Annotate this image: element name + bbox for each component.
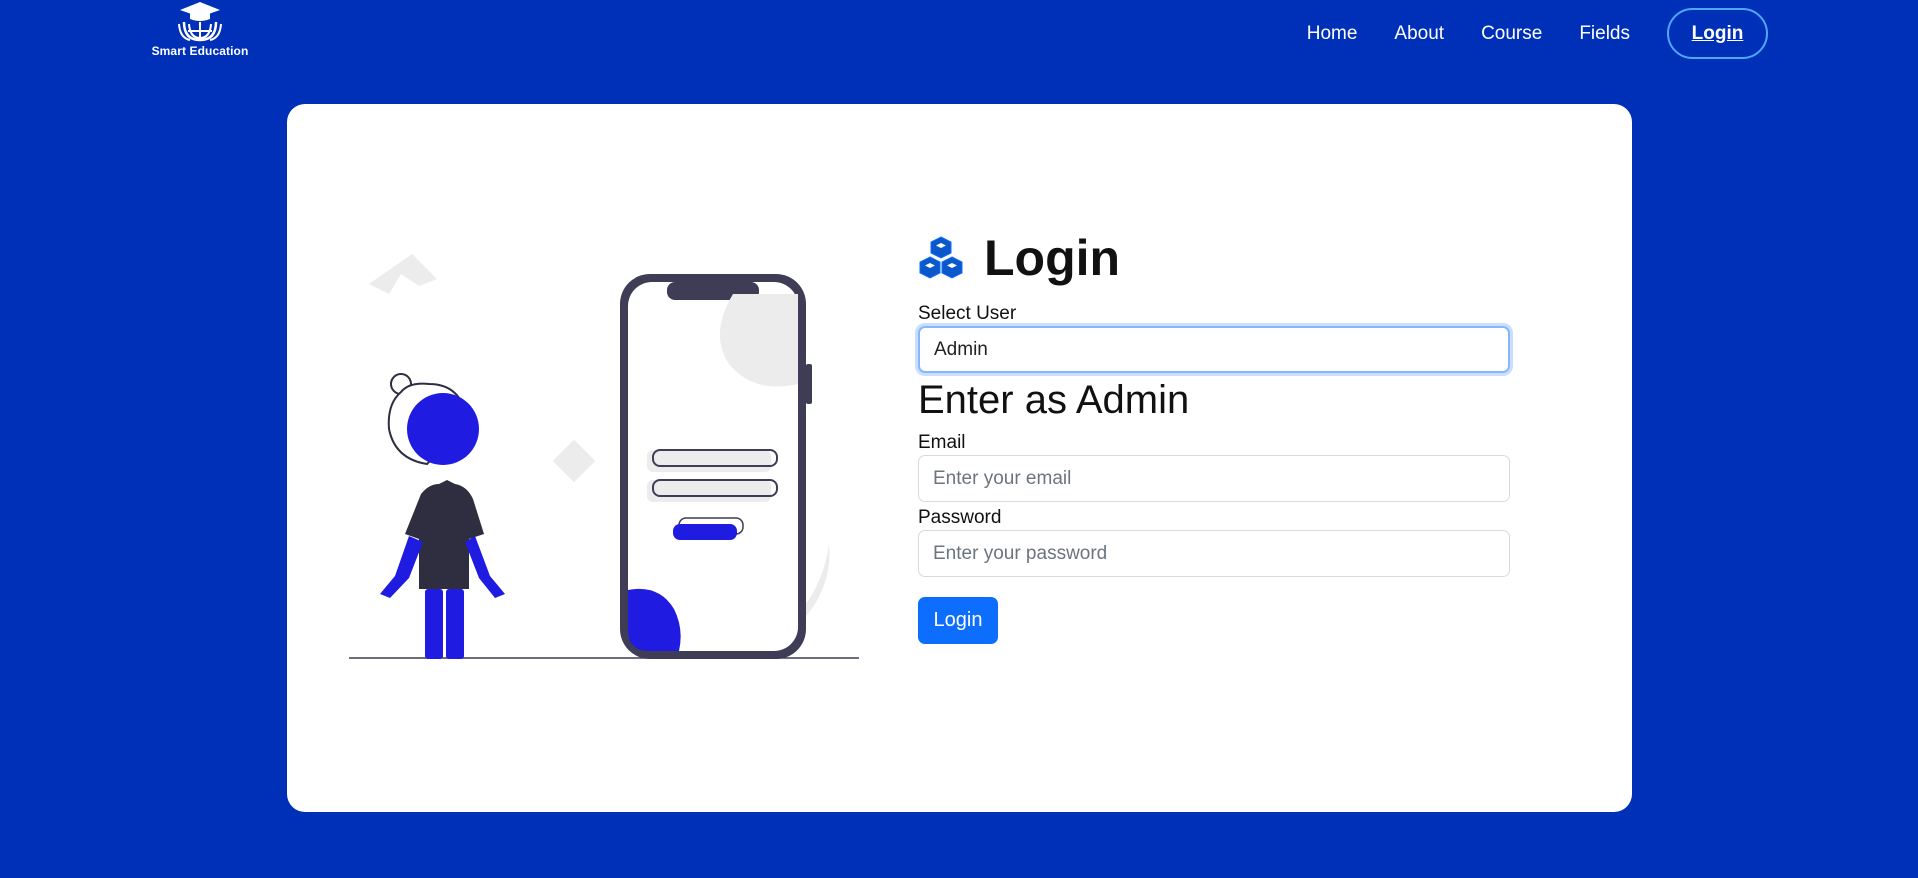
decor-shape [369, 254, 437, 294]
title-row: Login [918, 226, 1510, 290]
site-header: Smart Education Home About Course Fields… [0, 0, 1918, 70]
main-nav: Home About Course Fields Login [1270, 8, 1768, 59]
decor-diamond [552, 439, 596, 483]
login-illustration [349, 254, 859, 659]
login-submit-button[interactable]: Login [918, 597, 998, 644]
select-user-label: Select User [918, 303, 1017, 324]
password-label: Password [918, 507, 1002, 528]
password-field[interactable]: Enter your password [918, 530, 1510, 577]
email-placeholder: Enter your email [933, 467, 1072, 489]
login-card: Login Select User Admin Enter as Admin E… [287, 104, 1632, 812]
page-title: Login [984, 230, 1121, 286]
select-user-value: Admin [934, 338, 988, 360]
phone-button [673, 524, 737, 540]
phone-input-bg-1 [647, 450, 771, 472]
enter-as-heading: Enter as Admin [918, 378, 1190, 422]
person-left-leg [425, 589, 443, 659]
email-label: Email [918, 432, 966, 453]
graduation-globe-icon [178, 2, 222, 42]
logo[interactable]: Smart Education [140, 0, 260, 62]
nav-about[interactable]: About [1394, 23, 1444, 45]
cubes-icon [919, 236, 963, 279]
person-right-leg [446, 589, 464, 659]
nav-course[interactable]: Course [1481, 23, 1542, 45]
person-left-arm [380, 536, 423, 598]
logo-text: Smart Education [151, 44, 249, 58]
phone-side-button [806, 364, 812, 404]
phone-input-bg-2 [647, 480, 771, 502]
login-form: Login Select User Admin Enter as Admin E… [918, 226, 1510, 644]
email-field[interactable]: Enter your email [918, 455, 1510, 502]
nav-fields[interactable]: Fields [1579, 23, 1630, 45]
select-user-dropdown[interactable]: Admin [918, 326, 1510, 373]
person-right-arm [465, 536, 505, 598]
person-head [407, 393, 479, 465]
person-torso [405, 480, 484, 589]
nav-login-button[interactable]: Login [1667, 8, 1768, 59]
nav-home[interactable]: Home [1307, 23, 1358, 45]
password-placeholder: Enter your password [933, 542, 1108, 564]
